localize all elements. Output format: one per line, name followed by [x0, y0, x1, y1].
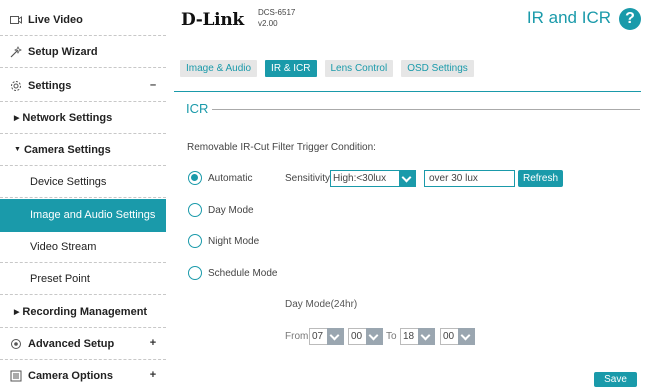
expand-toggle[interactable]: +	[148, 337, 158, 349]
to-minute-select[interactable]: 00	[440, 328, 475, 345]
chevron-down-icon	[458, 328, 475, 345]
save-button[interactable]: Save	[594, 372, 637, 387]
sidebar-item-preset-point[interactable]: Preset Point	[0, 263, 166, 295]
divider	[174, 91, 641, 92]
divider	[212, 109, 640, 110]
expand-toggle[interactable]: +	[148, 369, 158, 381]
radio-day-mode[interactable]: Day Mode	[188, 202, 254, 218]
sidebar-item-label: Preset Point	[30, 272, 90, 285]
radio-label: Night Mode	[208, 235, 260, 247]
sidebar-item-setup-wizard[interactable]: Setup Wizard	[0, 36, 166, 68]
sidebar-item-image-audio-settings[interactable]: Image and Audio Settings	[0, 199, 166, 232]
from-minute-select[interactable]: 00	[348, 328, 383, 345]
sidebar-item-label: Live Video	[28, 13, 83, 26]
sensitivity-label: Sensitivity	[285, 173, 331, 184]
sidebar-item-camera-settings[interactable]: ▼ Camera Settings	[0, 134, 166, 166]
to-label: To	[386, 331, 397, 342]
lux-field[interactable]: over 30 lux	[424, 170, 515, 187]
sidebar-item-network-settings[interactable]: ▶ Network Settings	[0, 102, 166, 134]
trigger-condition-label: Removable IR-Cut Filter Trigger Conditio…	[187, 142, 376, 153]
select-value: 07	[312, 331, 324, 342]
arrow-down-icon: ▼	[14, 146, 21, 153]
advanced-icon	[9, 337, 23, 351]
help-icon[interactable]: ?	[619, 8, 641, 30]
sidebar: Live Video Setup Wizard Settings – ▶ Net…	[0, 0, 166, 391]
tab-ir-icr[interactable]: IR & ICR	[265, 60, 317, 77]
select-value: 18	[403, 331, 415, 342]
radio-button[interactable]	[188, 266, 202, 280]
sidebar-item-recording-management[interactable]: ▶ Recording Management	[0, 296, 166, 328]
sidebar-item-label: Setup Wizard	[28, 45, 98, 58]
radio-label: Day Mode	[208, 204, 254, 216]
refresh-button[interactable]: Refresh	[518, 170, 563, 187]
radio-night-mode[interactable]: Night Mode	[188, 233, 259, 249]
arrow-right-icon: ▶	[14, 114, 20, 122]
sidebar-item-label: Camera Settings	[23, 143, 111, 156]
sidebar-item-video-stream[interactable]: Video Stream	[0, 231, 166, 263]
sidebar-item-label: Advanced Setup	[28, 337, 115, 350]
chevron-down-icon	[327, 328, 344, 345]
select-value: High:<30lux	[333, 173, 387, 184]
radio-button[interactable]	[188, 203, 202, 217]
tab-osd-settings[interactable]: OSD Settings	[401, 60, 474, 77]
radio-automatic[interactable]: Automatic	[188, 170, 252, 186]
gear-icon	[9, 79, 23, 93]
radio-button[interactable]	[188, 171, 202, 185]
sidebar-item-label: Network Settings	[22, 111, 113, 124]
arrow-right-icon: ▶	[14, 308, 20, 316]
radio-label: Schedule Mode	[208, 267, 278, 279]
sidebar-item-label: Video Stream	[30, 240, 97, 253]
chevron-down-icon	[418, 328, 435, 345]
chevron-down-icon	[366, 328, 383, 345]
wand-icon	[9, 45, 23, 59]
sidebar-item-label: Settings	[28, 79, 72, 92]
sidebar-item-advanced-setup[interactable]: Advanced Setup +	[0, 328, 166, 360]
select-value: 00	[443, 331, 455, 342]
sidebar-item-live-video[interactable]: Live Video	[0, 4, 166, 36]
select-value: 00	[351, 331, 363, 342]
options-icon	[9, 369, 23, 383]
sidebar-item-label: Recording Management	[22, 305, 148, 318]
tab-image-audio[interactable]: Image & Audio	[180, 60, 258, 77]
brand-logo: D-Link	[181, 10, 244, 30]
day-mode-label: Day Mode(24hr)	[285, 299, 358, 310]
sidebar-item-label: Camera Options	[28, 370, 113, 382]
from-label: From	[285, 331, 309, 342]
sensitivity-select[interactable]: High:<30lux	[330, 170, 416, 187]
sidebar-item-label: Image and Audio Settings	[30, 209, 156, 221]
section-title: ICR	[186, 101, 209, 116]
radio-label: Automatic	[208, 172, 253, 184]
sidebar-item-label: Device Settings	[30, 175, 107, 188]
to-hour-select[interactable]: 18	[400, 328, 435, 345]
chevron-down-icon	[399, 170, 416, 187]
model-info: DCS-6517 v2.00	[258, 7, 295, 29]
tab-bar: Image & Audio IR & ICR Lens Control OSD …	[180, 60, 482, 77]
page-title: IR and ICR	[526, 8, 611, 27]
radio-schedule-mode[interactable]: Schedule Mode	[188, 265, 278, 281]
tab-lens-control[interactable]: Lens Control	[324, 60, 394, 77]
radio-button[interactable]	[188, 234, 202, 248]
collapse-toggle[interactable]: –	[148, 79, 158, 91]
sidebar-item-camera-options[interactable]: Camera Options +	[0, 360, 166, 391]
from-hour-select[interactable]: 07	[309, 328, 344, 345]
sidebar-item-device-settings[interactable]: Device Settings	[0, 166, 166, 198]
sidebar-item-settings[interactable]: Settings –	[0, 70, 166, 102]
model-name: DCS-6517	[258, 8, 296, 17]
firmware-version: v2.00	[258, 19, 278, 28]
video-icon	[9, 13, 23, 27]
